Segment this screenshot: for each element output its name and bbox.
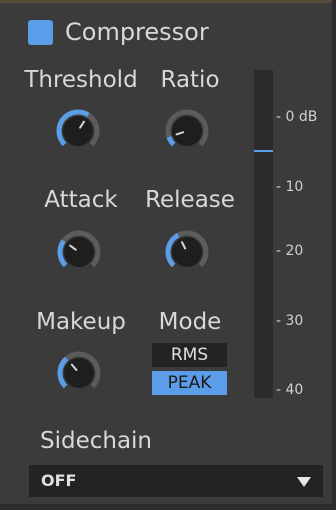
threshold-label: Threshold [24,67,138,93]
ratio-knob[interactable] [163,107,211,155]
meter-tick-10: - 10 [276,179,304,195]
sidechain-value: OFF [41,471,77,490]
mode-label: Mode [158,309,222,335]
compressor-panel: Compressor Threshold Ratio Attack Releas… [0,0,336,510]
gain-reduction-meter[interactable] [254,70,273,398]
sidechain-label: Sidechain [39,428,153,454]
makeup-knob[interactable] [55,349,103,397]
meter-tick-20: - 20 [276,243,304,259]
meter-tick-40: - 40 [276,382,304,398]
release-knob-body [172,237,202,267]
ratio-knob-graphic [165,109,209,147]
meter-tick-0db: - 0 dB [276,109,318,125]
panel-bottom-border [0,504,336,510]
enable-checkbox[interactable] [28,20,53,45]
release-knob-graphic [165,230,209,268]
makeup-knob-body [64,358,94,388]
attack-label: Attack [44,187,118,213]
makeup-label: Makeup [36,309,126,335]
plugin-title: Compressor [65,18,209,46]
attack-knob-graphic [57,230,101,268]
release-knob[interactable] [163,228,211,276]
meter-level-indicator [254,150,273,153]
meter-tick-30: - 30 [276,313,304,329]
mode-rms-button[interactable]: RMS [152,343,227,367]
panel-top-border [0,0,336,3]
threshold-knob[interactable] [54,107,102,155]
mode-peak-button[interactable]: PEAK [152,371,227,395]
panel-right-border [332,0,336,510]
makeup-knob-graphic [57,351,101,389]
attack-knob-body [64,237,94,267]
threshold-knob-body [63,116,93,146]
triangle-down-icon [297,477,311,487]
ratio-knob-arc [166,135,176,147]
sidechain-dropdown[interactable]: OFF [29,465,323,497]
ratio-knob-body [172,116,202,146]
release-label: Release [145,187,235,213]
attack-knob[interactable] [55,228,103,276]
ratio-label: Ratio [160,67,220,93]
threshold-knob-graphic [56,109,100,147]
